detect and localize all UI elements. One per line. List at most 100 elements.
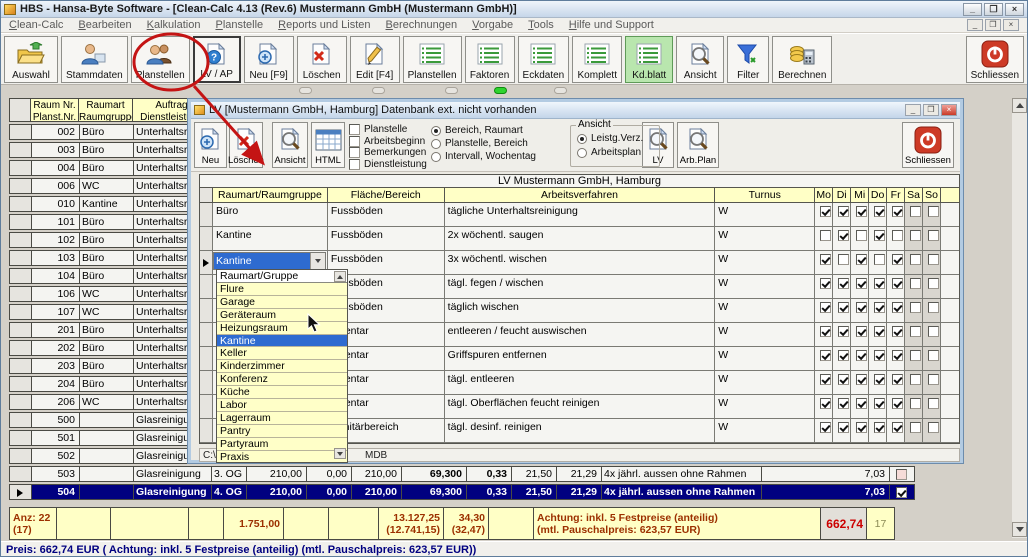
dropdown-item-praxis[interactable]: Praxis — [217, 451, 347, 463]
day-checkbox[interactable] — [910, 398, 921, 409]
day-checkbox[interactable] — [910, 230, 921, 241]
dialog-button-ansicht[interactable]: Ansicht — [272, 122, 308, 168]
day-checkbox[interactable] — [838, 206, 849, 217]
menu-item-tools[interactable]: Tools — [528, 19, 554, 31]
dropdown-item-heizungsraum[interactable]: Heizungsraum — [217, 322, 347, 335]
checkbox-icon[interactable] — [349, 147, 360, 158]
day-checkbox[interactable] — [928, 326, 939, 337]
toolbar-button-berechnen[interactable]: Berechnen — [772, 36, 832, 83]
dialog-radio-1[interactable]: Planstelle, Bereich — [431, 138, 528, 149]
day-checkbox[interactable] — [838, 278, 849, 289]
day-checkbox[interactable] — [892, 254, 903, 265]
day-checkbox[interactable] — [928, 254, 939, 265]
dialog-close-icon[interactable]: × — [941, 104, 957, 116]
combobox-dropdown-icon[interactable] — [310, 253, 325, 269]
vertical-scrollbar[interactable] — [1012, 98, 1027, 538]
day-checkbox[interactable] — [820, 278, 831, 289]
day-checkbox[interactable] — [928, 422, 939, 433]
day-checkbox[interactable] — [892, 230, 903, 241]
radio-icon[interactable] — [577, 148, 587, 158]
day-checkbox[interactable] — [874, 302, 885, 313]
toolbar-button-l-schen[interactable]: Löschen — [297, 36, 347, 83]
dialog-restore-icon[interactable]: ❐ — [923, 104, 939, 116]
dialog-option-arbeitsbeginn[interactable]: Arbeitsbeginn — [349, 136, 425, 147]
dialog-table-row[interactable]: KantineFussböden2x wöchentl. saugenW — [200, 227, 959, 251]
day-checkbox[interactable] — [838, 374, 849, 385]
day-checkbox[interactable] — [928, 278, 939, 289]
day-checkbox[interactable] — [892, 206, 903, 217]
checkbox-icon[interactable] — [349, 136, 360, 147]
dropdown-item-pantry[interactable]: Pantry — [217, 425, 347, 438]
day-checkbox[interactable] — [856, 278, 867, 289]
day-checkbox[interactable] — [892, 326, 903, 337]
dialog-option-planstelle[interactable]: Planstelle — [349, 124, 407, 135]
menu-item-planstelle[interactable]: Planstelle — [215, 19, 263, 31]
day-checkbox[interactable] — [856, 350, 867, 361]
dialog-option-bemerkungen[interactable]: Bemerkungen — [349, 147, 426, 158]
day-checkbox[interactable] — [820, 350, 831, 361]
dropdown-item-flure[interactable]: Flure — [217, 283, 347, 296]
radio-icon[interactable] — [577, 134, 587, 144]
mdi-close-icon[interactable]: × — [1003, 19, 1019, 31]
day-checkbox[interactable] — [838, 254, 849, 265]
close-icon[interactable]: × — [1005, 3, 1024, 16]
day-checkbox[interactable] — [910, 326, 921, 337]
day-checkbox[interactable] — [838, 350, 849, 361]
dropdown-scroll-down-icon[interactable] — [334, 448, 346, 459]
radio-icon[interactable] — [431, 152, 441, 162]
day-checkbox[interactable] — [874, 398, 885, 409]
radio-icon[interactable] — [431, 139, 441, 149]
day-checkbox[interactable] — [928, 302, 939, 313]
day-checkbox[interactable] — [874, 350, 885, 361]
dialog-table-row[interactable]: BüroFussbödentägliche Unterhaltsreinigun… — [200, 203, 959, 227]
day-checkbox[interactable] — [838, 422, 849, 433]
day-checkbox[interactable] — [910, 278, 921, 289]
dialog-minimize-icon[interactable]: _ — [905, 104, 921, 116]
day-checkbox[interactable] — [928, 398, 939, 409]
toolbar-button-edit-f4-[interactable]: Edit [F4] — [350, 36, 400, 83]
dialog-button-arb-plan[interactable]: Arb.Plan — [677, 122, 719, 168]
dialog-button-l-schen[interactable]: Löschen — [229, 122, 263, 168]
restore-icon[interactable]: ❐ — [984, 3, 1003, 16]
dropdown-item-ger-teraum[interactable]: Geräteraum — [217, 309, 347, 322]
day-checkbox[interactable] — [892, 302, 903, 313]
day-checkbox[interactable] — [910, 206, 921, 217]
toolbar-button-auswahl[interactable]: Auswahl — [4, 36, 58, 83]
dropdown-item-k-che[interactable]: Küche — [217, 386, 347, 399]
table-row[interactable]: 503Glasreinigung3. OG210,000,00210,0069,… — [9, 466, 915, 482]
day-checkbox[interactable] — [856, 422, 867, 433]
row-checkbox[interactable] — [896, 469, 907, 480]
toolbar-button-filter[interactable]: Filter — [727, 36, 769, 83]
day-checkbox[interactable] — [910, 302, 921, 313]
dialog-button-html[interactable]: HTML — [311, 122, 345, 168]
dialog-button-neu[interactable]: Neu — [194, 122, 227, 168]
dialog-button-schliessen[interactable]: Schliessen — [902, 122, 954, 168]
day-checkbox[interactable] — [820, 230, 831, 241]
dropdown-item-kinderzimmer[interactable]: Kinderzimmer — [217, 360, 347, 373]
day-checkbox[interactable] — [892, 278, 903, 289]
day-checkbox[interactable] — [820, 398, 831, 409]
day-checkbox[interactable] — [910, 374, 921, 385]
table-row[interactable]: 504Glasreinigung4. OG210,000,00210,0069,… — [9, 484, 915, 500]
day-checkbox[interactable] — [874, 278, 885, 289]
scroll-down-icon[interactable] — [1012, 522, 1027, 537]
day-checkbox[interactable] — [874, 206, 885, 217]
menu-item-hilfe-und-support[interactable]: Hilfe und Support — [569, 19, 654, 31]
row-checkbox[interactable] — [896, 487, 907, 498]
day-checkbox[interactable] — [892, 422, 903, 433]
checkbox-icon[interactable] — [349, 124, 360, 135]
day-checkbox[interactable] — [856, 326, 867, 337]
dropdown-item-labor[interactable]: Labor — [217, 399, 347, 412]
toolbar-button-stammdaten[interactable]: Stammdaten — [61, 36, 128, 83]
day-checkbox[interactable] — [928, 374, 939, 385]
dropdown-item-konferenz[interactable]: Konferenz — [217, 373, 347, 386]
radio-icon[interactable] — [431, 126, 441, 136]
day-checkbox[interactable] — [856, 254, 867, 265]
day-checkbox[interactable] — [928, 206, 939, 217]
toolbar-button-planstellen[interactable]: Planstellen — [131, 36, 190, 83]
day-checkbox[interactable] — [874, 374, 885, 385]
day-checkbox[interactable] — [838, 398, 849, 409]
toolbar-button-schliessen[interactable]: Schliessen — [966, 36, 1024, 83]
toolbar-button-eckdaten[interactable]: Eckdaten — [518, 36, 570, 83]
mdi-restore-icon[interactable]: ❐ — [985, 19, 1001, 31]
